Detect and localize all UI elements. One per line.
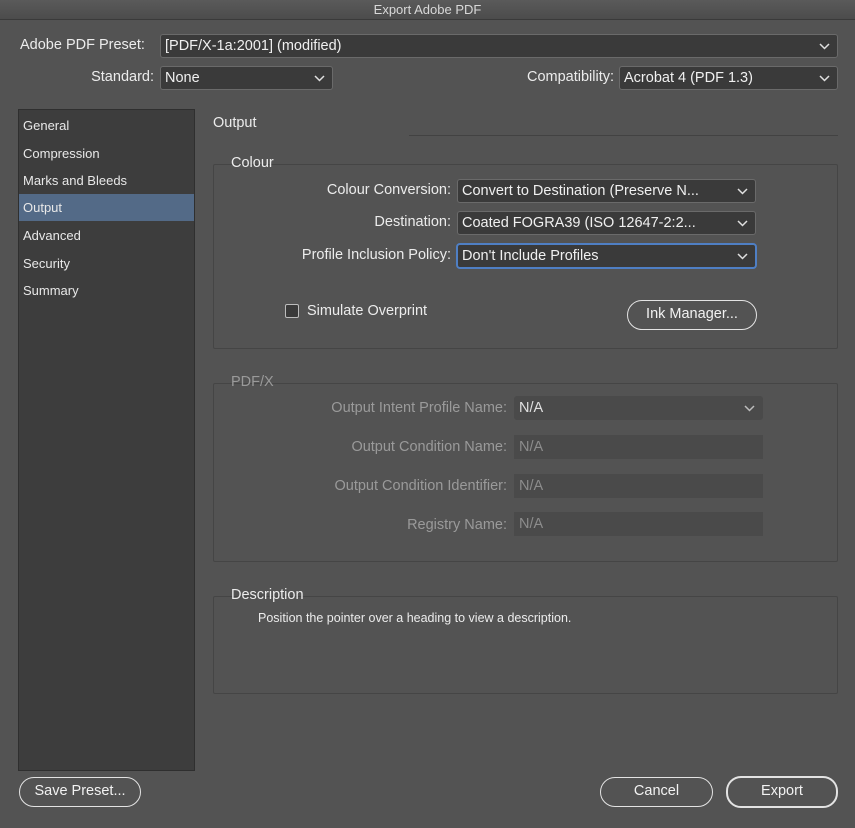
sidebar-item-compression[interactable]: Compression bbox=[19, 140, 194, 167]
chevron-down-icon bbox=[818, 35, 830, 57]
colour-conversion-label: Colour Conversion: bbox=[326, 182, 451, 198]
chevron-down-icon bbox=[736, 180, 748, 202]
save-preset-button[interactable]: Save Preset... bbox=[19, 777, 141, 807]
destination-select[interactable]: Coated FOGRA39 (ISO 12647-2:2... bbox=[457, 211, 756, 235]
ink-manager-button[interactable]: Ink Manager... bbox=[627, 300, 757, 330]
output-intent-value: N/A bbox=[519, 400, 544, 416]
panel-divider bbox=[409, 135, 838, 136]
pdfx-group-title: PDF/X bbox=[231, 374, 274, 390]
sidebar-item-marks-and-bleeds[interactable]: Marks and Bleeds bbox=[19, 167, 194, 194]
destination-label: Destination: bbox=[374, 214, 451, 230]
profile-inclusion-label: Profile Inclusion Policy: bbox=[301, 247, 451, 263]
category-sidebar: General Compression Marks and Bleeds Out… bbox=[18, 109, 195, 771]
chevron-down-icon bbox=[743, 397, 755, 419]
colour-conversion-value: Convert to Destination (Preserve N... bbox=[462, 183, 699, 199]
sidebar-item-security[interactable]: Security bbox=[19, 250, 194, 277]
chevron-down-icon bbox=[736, 212, 748, 234]
output-condition-field[interactable]: N/A bbox=[514, 435, 763, 459]
standard-value: None bbox=[165, 70, 200, 86]
simulate-overprint-label: Simulate Overprint bbox=[307, 303, 428, 319]
sidebar-item-advanced[interactable]: Advanced bbox=[19, 222, 194, 249]
export-dialog: Adobe PDF Preset: [PDF/X-1a:2001] (modif… bbox=[0, 21, 855, 828]
output-condition-label: Output Condition Name: bbox=[351, 439, 507, 455]
cancel-button[interactable]: Cancel bbox=[600, 777, 713, 807]
registry-name-field[interactable]: N/A bbox=[514, 512, 763, 536]
window-title: Export Adobe PDF bbox=[373, 2, 482, 17]
output-intent-select[interactable]: N/A bbox=[514, 396, 763, 420]
compatibility-value: Acrobat 4 (PDF 1.3) bbox=[624, 70, 753, 86]
destination-value: Coated FOGRA39 (ISO 12647-2:2... bbox=[462, 215, 696, 231]
profile-inclusion-select[interactable]: Don't Include Profiles bbox=[457, 244, 756, 268]
sidebar-item-output[interactable]: Output bbox=[19, 194, 194, 221]
colour-conversion-select[interactable]: Convert to Destination (Preserve N... bbox=[457, 179, 756, 203]
export-button[interactable]: Export bbox=[726, 776, 838, 808]
panel-title: Output bbox=[213, 115, 257, 131]
sidebar-item-general[interactable]: General bbox=[19, 112, 194, 139]
standard-label: Standard: bbox=[91, 69, 154, 85]
standard-select[interactable]: None bbox=[160, 66, 333, 90]
simulate-overprint-checkbox[interactable] bbox=[285, 304, 299, 318]
output-identifier-label: Output Condition Identifier: bbox=[334, 478, 508, 494]
preset-select[interactable]: [PDF/X-1a:2001] (modified) bbox=[160, 34, 838, 58]
output-intent-label: Output Intent Profile Name: bbox=[331, 400, 507, 416]
chevron-down-icon bbox=[736, 245, 748, 267]
sidebar-item-summary[interactable]: Summary bbox=[19, 277, 194, 304]
preset-value: [PDF/X-1a:2001] (modified) bbox=[165, 38, 342, 54]
compatibility-label: Compatibility: bbox=[526, 69, 614, 85]
description-title: Description bbox=[231, 587, 304, 603]
registry-name-label: Registry Name: bbox=[407, 517, 507, 533]
output-identifier-field[interactable]: N/A bbox=[514, 474, 763, 498]
window-titlebar: Export Adobe PDF bbox=[0, 0, 855, 20]
description-text: Position the pointer over a heading to v… bbox=[258, 611, 572, 625]
preset-label: Adobe PDF Preset: bbox=[20, 37, 145, 53]
colour-group-title: Colour bbox=[231, 155, 274, 171]
chevron-down-icon bbox=[313, 67, 325, 89]
chevron-down-icon bbox=[818, 67, 830, 89]
profile-inclusion-value: Don't Include Profiles bbox=[462, 248, 599, 264]
compatibility-select[interactable]: Acrobat 4 (PDF 1.3) bbox=[619, 66, 838, 90]
